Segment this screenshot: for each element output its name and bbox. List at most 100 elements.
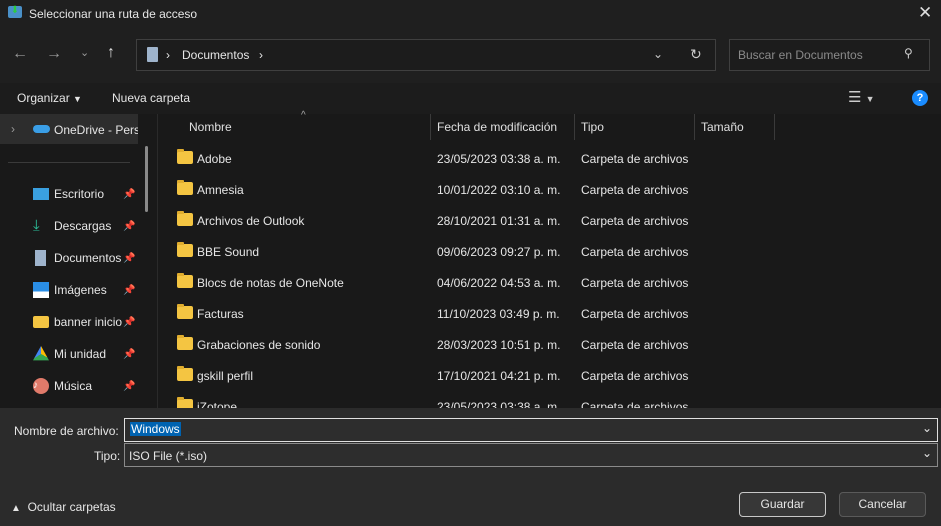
sidebar-item-label: Escritorio bbox=[54, 187, 105, 201]
column-header-size[interactable]: Tamaño bbox=[695, 114, 775, 140]
refresh-icon[interactable]: ↻ bbox=[690, 46, 702, 63]
sidebar-scrollbar[interactable] bbox=[145, 146, 148, 212]
pin-icon[interactable]: 📌 bbox=[123, 349, 135, 360]
file-row[interactable]: BBE Sound 09/06/2023 09:27 p. m. Carpeta… bbox=[170, 236, 930, 267]
column-label: Fecha de modificación bbox=[437, 120, 558, 134]
chevron-right-icon[interactable]: › bbox=[259, 48, 263, 62]
file-name: BBE Sound bbox=[197, 245, 260, 259]
column-header-name[interactable]: Nombre bbox=[183, 114, 431, 140]
divider bbox=[8, 162, 130, 163]
folder-icon bbox=[177, 304, 193, 319]
document-icon bbox=[35, 250, 46, 266]
filename-input[interactable]: Windows ⌄ bbox=[124, 418, 938, 442]
folder-icon bbox=[177, 335, 193, 350]
pin-icon[interactable]: 📌 bbox=[123, 221, 135, 232]
column-label: Nombre bbox=[189, 120, 232, 134]
file-type-select[interactable]: ISO File (*.iso) ⌄ bbox=[124, 443, 938, 467]
file-name: Adobe bbox=[197, 152, 232, 166]
save-button[interactable]: Guardar bbox=[739, 492, 826, 517]
organize-button[interactable]: Organizar ▼ bbox=[17, 91, 82, 105]
folder-icon bbox=[177, 211, 193, 226]
sidebar-item-label: OneDrive - Personal bbox=[54, 123, 138, 137]
download-icon: ⤓ bbox=[33, 217, 40, 234]
pin-icon[interactable]: 📌 bbox=[123, 189, 135, 200]
chevron-down-icon[interactable]: ⌄ bbox=[922, 446, 932, 460]
documents-icon bbox=[147, 47, 158, 62]
sidebar-item-label: Mi unidad bbox=[54, 347, 107, 361]
folder-icon bbox=[177, 180, 193, 195]
chevron-right-icon: › bbox=[166, 48, 170, 62]
sidebar-item-imagenes[interactable]: Imágenes 📌 bbox=[0, 276, 140, 304]
file-type: Carpeta de archivos bbox=[581, 369, 689, 383]
sidebar-item-label: Descargas bbox=[54, 219, 112, 233]
filename-label: Nombre de archivo: bbox=[14, 424, 119, 438]
expand-icon[interactable]: › bbox=[11, 122, 15, 136]
sidebar-item-label: banner inicio bbox=[54, 315, 123, 329]
sidebar-item-banner-inicio[interactable]: banner inicio 📌 bbox=[0, 308, 140, 336]
navigation-pane: › OneDrive - Personal Escritorio 📌 ⤓ Desca… bbox=[0, 114, 158, 408]
search-icon[interactable]: ⚲ bbox=[904, 46, 913, 60]
file-row[interactable]: gskill perfil 17/10/2021 04:21 p. m. Car… bbox=[170, 360, 930, 391]
file-date: 23/05/2023 03:38 a. m. bbox=[437, 152, 561, 166]
chevron-down-icon[interactable]: ⌄ bbox=[922, 421, 932, 435]
view-options-icon[interactable]: ☰ ▼ bbox=[848, 88, 875, 106]
pictures-icon bbox=[33, 282, 49, 298]
pin-icon[interactable]: 📌 bbox=[123, 285, 135, 296]
sidebar-item-label: Música bbox=[54, 379, 93, 393]
file-date: 11/10/2023 03:49 p. m. bbox=[437, 307, 560, 321]
pin-icon[interactable]: 📌 bbox=[123, 381, 135, 392]
file-type: Carpeta de archivos bbox=[581, 214, 689, 228]
file-date: 10/01/2022 03:10 a. m. bbox=[437, 183, 561, 197]
column-label: Tamaño bbox=[701, 120, 744, 134]
file-date: 09/06/2023 09:27 p. m. bbox=[437, 245, 561, 259]
up-icon[interactable]: ↑ bbox=[107, 44, 115, 62]
sidebar-item-musica[interactable]: ♪ Música 📌 bbox=[0, 372, 140, 400]
sidebar-item-escritorio[interactable]: Escritorio 📌 bbox=[0, 180, 140, 208]
file-type: Carpeta de archivos bbox=[581, 183, 689, 197]
file-row[interactable]: Grabaciones de sonido 28/03/2023 10:51 p… bbox=[170, 329, 930, 360]
file-type: Carpeta de archivos bbox=[581, 276, 689, 290]
help-icon[interactable]: ? bbox=[912, 90, 928, 106]
pin-icon[interactable]: 📌 bbox=[123, 317, 135, 328]
organize-label: Organizar bbox=[17, 91, 70, 105]
file-date: 04/06/2022 04:53 a. m. bbox=[437, 276, 561, 290]
file-row[interactable]: Facturas 11/10/2023 03:49 p. m. Carpeta … bbox=[170, 298, 930, 329]
file-name: Archivos de Outlook bbox=[197, 214, 305, 228]
folder-icon bbox=[177, 273, 193, 288]
file-row[interactable]: Adobe 23/05/2023 03:38 a. m. Carpeta de … bbox=[170, 143, 930, 174]
column-header-type[interactable]: Tipo bbox=[575, 114, 695, 140]
breadcrumb-documentos[interactable]: Documentos bbox=[182, 48, 249, 62]
hide-folders-button[interactable]: ▲ Ocultar carpetas bbox=[11, 500, 116, 514]
app-icon: ⬇ bbox=[8, 6, 22, 18]
file-row[interactable]: Archivos de Outlook 28/10/2021 01:31 a. … bbox=[170, 205, 930, 236]
column-label: Tipo bbox=[581, 120, 604, 134]
new-folder-button[interactable]: Nueva carpeta bbox=[112, 91, 190, 105]
column-header-date[interactable]: Fecha de modificación bbox=[431, 114, 575, 140]
sidebar-item-mi-unidad[interactable]: Mi unidad 📌 bbox=[0, 340, 140, 368]
chevron-down-icon[interactable]: ⌄ bbox=[653, 47, 663, 61]
back-icon[interactable]: ← bbox=[12, 45, 28, 63]
file-name: Facturas bbox=[197, 307, 244, 321]
folder-icon bbox=[33, 316, 49, 328]
close-icon[interactable]: ✕ bbox=[918, 3, 932, 23]
sidebar-item-documentos[interactable]: Documentos 📌 bbox=[0, 244, 140, 272]
sidebar-item-onedrive[interactable]: › OneDrive - Personal bbox=[0, 114, 138, 144]
recent-locations-icon[interactable]: ⌄ bbox=[80, 46, 89, 59]
forward-icon[interactable]: → bbox=[46, 45, 62, 63]
sidebar-item-descargas[interactable]: ⤓ Descargas 📌 bbox=[0, 212, 140, 240]
search-placeholder: Buscar en Documentos bbox=[738, 48, 863, 62]
pin-icon[interactable]: 📌 bbox=[123, 253, 135, 264]
search-input[interactable]: Buscar en Documentos ⚲ bbox=[729, 39, 930, 71]
file-row[interactable]: Amnesia 10/01/2022 03:10 a. m. Carpeta d… bbox=[170, 174, 930, 205]
cancel-button[interactable]: Cancelar bbox=[839, 492, 926, 517]
file-name: Blocs de notas de OneNote bbox=[197, 276, 344, 290]
sidebar-item-label: Documentos bbox=[54, 251, 122, 265]
hide-folders-label: Ocultar carpetas bbox=[27, 500, 116, 514]
chevron-up-icon: ▲ bbox=[11, 503, 21, 514]
address-bar[interactable]: › Documentos › ⌄ ↻ bbox=[136, 39, 716, 71]
file-type-value: ISO File (*.iso) bbox=[129, 449, 208, 463]
file-type: Carpeta de archivos bbox=[581, 245, 689, 259]
command-bar: Organizar ▼ Nueva carpeta ☰ ▼ ? bbox=[0, 83, 941, 114]
desktop-icon bbox=[33, 188, 49, 200]
file-row[interactable]: Blocs de notas de OneNote 04/06/2022 04:… bbox=[170, 267, 930, 298]
